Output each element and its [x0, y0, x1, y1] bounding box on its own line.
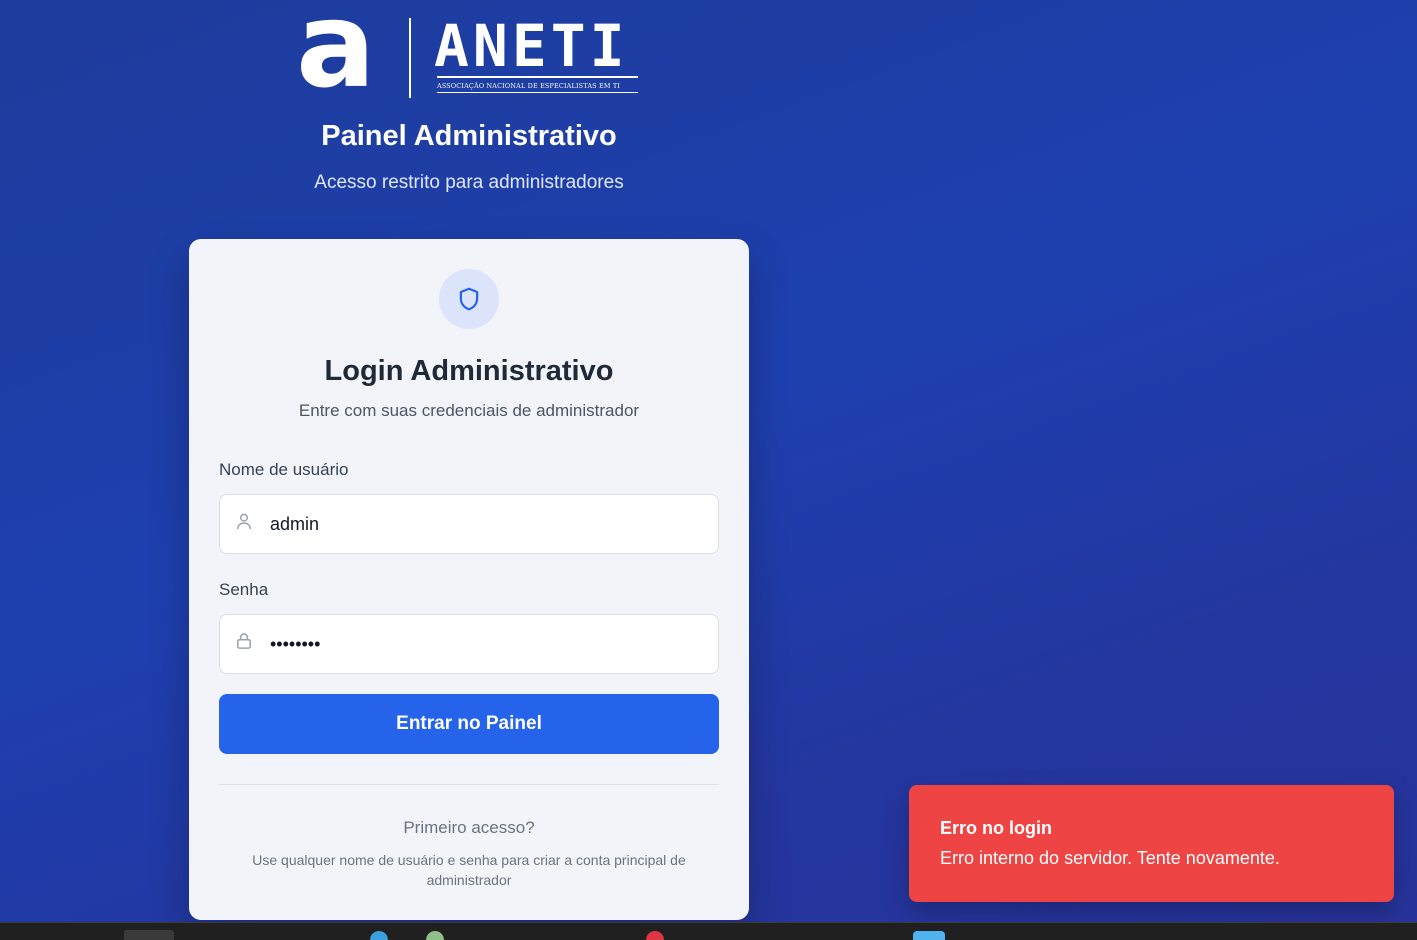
login-page: a ANETI ASSOCIAÇÃO NACIONAL DE ESPECIALI…	[0, 0, 1417, 922]
aneti-logo: a ANETI ASSOCIAÇÃO NACIONAL DE ESPECIALI…	[296, 0, 642, 104]
username-input[interactable]	[270, 495, 700, 553]
taskbar-app-icon[interactable]	[426, 931, 444, 940]
logo-underline-bottom	[437, 92, 638, 93]
toast-message: Erro interno do servidor. Tente novament…	[940, 848, 1280, 868]
login-card: Login Administrativo Entre com suas cred…	[189, 239, 749, 920]
taskbar-app-icon[interactable]	[646, 931, 664, 940]
user-icon	[237, 513, 251, 530]
username-label: Nome de usuário	[219, 460, 349, 479]
login-button[interactable]: Entrar no Painel	[219, 694, 719, 754]
page-subtitle: Acesso restrito para administradores	[314, 172, 624, 193]
logo-underline	[437, 76, 638, 78]
error-toast[interactable]: Erro no login Erro interno do servidor. …	[909, 785, 1394, 902]
page-title: Painel Administrativo	[321, 120, 617, 152]
lock-icon	[237, 633, 251, 649]
login-subtitle: Entre com suas credenciais de administra…	[298, 401, 640, 420]
toast-title: Erro no login	[940, 818, 1052, 838]
login-title: Login Administrativo	[324, 355, 614, 387]
logo-divider	[409, 18, 411, 98]
taskbar	[0, 922, 1417, 940]
taskbar-app-icon[interactable]	[370, 931, 388, 940]
divider	[219, 784, 719, 785]
logo-letter: a	[296, 0, 376, 114]
taskbar-app-icon[interactable]	[913, 931, 945, 940]
password-field[interactable]	[219, 614, 719, 674]
first-access-note: Use qualquer nome de usuário e senha par…	[252, 852, 686, 888]
taskbar-app-button[interactable]	[124, 930, 174, 940]
password-label: Senha	[219, 580, 269, 599]
first-access-title: Primeiro acesso?	[403, 818, 535, 837]
shield-icon	[459, 287, 479, 311]
logo-tagline: ASSOCIAÇÃO NACIONAL DE ESPECIALISTAS EM …	[437, 82, 621, 90]
username-field[interactable]	[219, 494, 719, 554]
password-input[interactable]	[270, 615, 700, 673]
logo-word: ANETI	[434, 12, 629, 80]
shield-badge	[439, 269, 499, 329]
